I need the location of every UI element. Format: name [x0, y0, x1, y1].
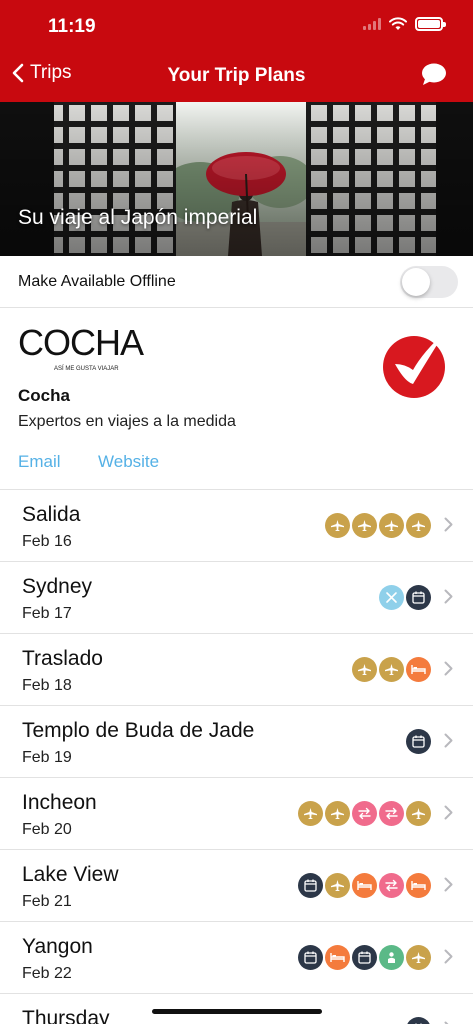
hotel-icon: [406, 657, 431, 682]
transfer-icon: [379, 873, 404, 898]
flight-icon: [406, 945, 431, 970]
logo-tagline: ASÍ ME GUSTA VIAJAR: [54, 366, 119, 372]
hotel-icon: [352, 873, 377, 898]
battery-icon: [415, 17, 446, 31]
navigation-bar: Trips Your Trip Plans: [0, 50, 473, 102]
trip-day-row[interactable]: Templo de Buda de Jade Feb 19: [0, 706, 473, 778]
status-icons: [363, 17, 446, 31]
trip-day-date: Feb 19: [22, 749, 72, 766]
status-time: 11:19: [48, 16, 96, 37]
flight-icon: [379, 513, 404, 538]
flight-icon: [406, 801, 431, 826]
flight-icon: [325, 873, 350, 898]
flight-icon: [379, 657, 404, 682]
status-bar: 11:19: [0, 0, 473, 50]
offline-toggle[interactable]: [400, 266, 458, 298]
hotel-icon: [406, 873, 431, 898]
email-link[interactable]: Email: [18, 452, 61, 472]
trip-day-title: Lake View: [22, 863, 119, 886]
trip-day-icons: [298, 801, 431, 826]
trip-day-icons: [406, 729, 431, 754]
trip-day-title: Templo de Buda de Jade: [22, 719, 255, 742]
trip-day-title: Thursday: [22, 1007, 110, 1024]
website-link[interactable]: Website: [98, 452, 159, 472]
transfer-icon: [352, 801, 377, 826]
trip-day-date: Feb 17: [22, 605, 72, 622]
tools-icon: [379, 585, 404, 610]
agency-description: Expertos en viajes a la medida: [18, 413, 236, 430]
trip-day-row[interactable]: Yangon Feb 22: [0, 922, 473, 994]
trip-day-icons: [298, 873, 431, 898]
trip-hero-image: Su viaje al Japón imperial: [0, 102, 473, 256]
calendar-icon: [406, 1017, 431, 1024]
trip-day-date: Feb 18: [22, 677, 72, 694]
offline-label: Make Available Offline: [18, 273, 176, 290]
transfer-icon: [379, 801, 404, 826]
trip-day-title: Traslado: [22, 647, 103, 670]
chevron-right-icon: [444, 805, 453, 825]
calendar-icon: [406, 585, 431, 610]
chevron-right-icon: [444, 949, 453, 969]
flight-icon: [325, 801, 350, 826]
agency-card: COCHA ASÍ ME GUSTA VIAJAR Cocha Expertos…: [0, 308, 473, 490]
trip-day-title: Salida: [22, 503, 81, 526]
trip-day-icons: [406, 1017, 431, 1024]
toggle-knob: [402, 268, 430, 296]
chevron-right-icon: [444, 517, 453, 537]
hotel-icon: [325, 945, 350, 970]
trip-day-icons: [325, 513, 431, 538]
trip-day-row[interactable]: Traslado Feb 18: [0, 634, 473, 706]
flight-icon: [352, 657, 377, 682]
trip-day-date: Feb 16: [22, 533, 72, 550]
flight-icon: [406, 513, 431, 538]
trip-day-title: Incheon: [22, 791, 97, 814]
page-title: Your Trip Plans: [167, 65, 306, 86]
chevron-right-icon: [444, 589, 453, 609]
chat-bubble-icon: [422, 63, 446, 85]
home-indicator: [152, 1009, 322, 1014]
trip-day-row[interactable]: Incheon Feb 20: [0, 778, 473, 850]
calendar-icon: [352, 945, 377, 970]
trip-day-icons: [352, 657, 431, 682]
trip-day-title: Yangon: [22, 935, 93, 958]
trip-day-date: Feb 21: [22, 893, 72, 910]
chevron-right-icon: [444, 661, 453, 681]
trip-title: Su viaje al Japón imperial: [18, 206, 258, 229]
cellular-signal-icon: [363, 18, 381, 30]
trip-day-icons: [379, 585, 431, 610]
flight-icon: [298, 801, 323, 826]
flight-icon: [325, 513, 350, 538]
agency-brand-mark-icon: [383, 324, 449, 405]
wifi-icon: [389, 17, 407, 30]
logo-wordmark: COCHA: [18, 322, 144, 363]
agency-logo: COCHA ASÍ ME GUSTA VIAJAR: [18, 322, 144, 372]
trip-day-title: Sydney: [22, 575, 93, 598]
trip-day-row[interactable]: Sydney Feb 17: [0, 562, 473, 634]
chevron-right-icon: [444, 733, 453, 753]
chevron-right-icon: [444, 877, 453, 897]
flight-icon: [352, 513, 377, 538]
hero-photo: [0, 102, 473, 256]
trip-day-row[interactable]: Salida Feb 16: [0, 490, 473, 562]
itinerary-list: Salida Feb 16 Sydney Feb 17 Traslado Feb 18 Te…: [0, 490, 473, 1024]
calendar-icon: [298, 873, 323, 898]
trip-day-date: Feb 22: [22, 965, 72, 982]
agency-name: Cocha: [18, 386, 70, 405]
offline-setting-row: Make Available Offline: [0, 256, 473, 308]
activity-icon: [379, 945, 404, 970]
trip-day-date: Feb 20: [22, 821, 72, 838]
chat-button[interactable]: [421, 62, 447, 91]
calendar-icon: [406, 729, 431, 754]
trip-day-icons: [298, 945, 431, 970]
trip-day-row[interactable]: Lake View Feb 21: [0, 850, 473, 922]
calendar-icon: [298, 945, 323, 970]
